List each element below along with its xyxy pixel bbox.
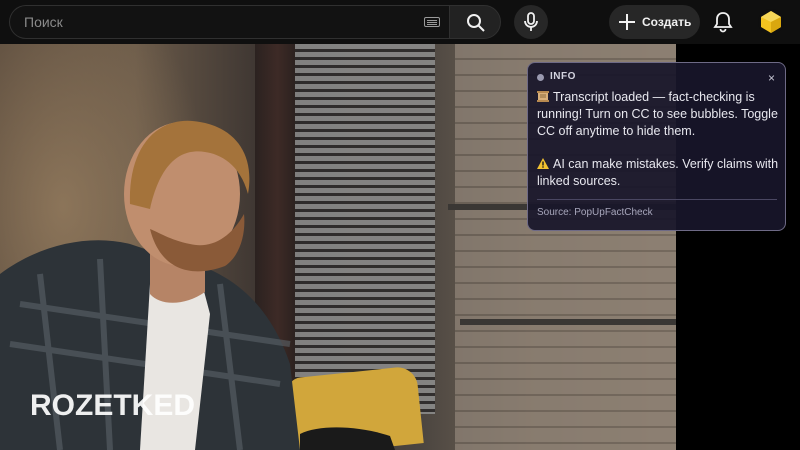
create-button[interactable]: Создать bbox=[609, 5, 700, 39]
search-icon bbox=[467, 14, 485, 32]
voice-search-button[interactable] bbox=[514, 5, 548, 39]
popup-message-transcript: Transcript loaded — fact-checking is run… bbox=[537, 89, 779, 140]
mic-icon bbox=[524, 12, 538, 31]
top-bar: Создать bbox=[0, 0, 800, 44]
create-label: Создать bbox=[642, 15, 692, 29]
popup-message-transcript-text: Transcript loaded — fact-checking is run… bbox=[537, 90, 778, 138]
search-button[interactable] bbox=[449, 5, 501, 39]
popup-label: INFO bbox=[550, 71, 576, 82]
notifications-button[interactable] bbox=[708, 7, 738, 37]
avatar-logo bbox=[761, 11, 781, 33]
popup-divider bbox=[537, 199, 777, 200]
popup-message-warning: AI can make mistakes. Verify claims with… bbox=[537, 156, 779, 190]
popup-message-warning-text: AI can make mistakes. Verify claims with… bbox=[537, 157, 779, 188]
scroll-icon bbox=[537, 91, 549, 102]
bell-icon bbox=[713, 12, 733, 33]
close-button[interactable]: × bbox=[768, 71, 775, 85]
channel-avatar[interactable] bbox=[758, 9, 784, 35]
warning-icon bbox=[537, 158, 549, 169]
search-box[interactable] bbox=[9, 5, 449, 39]
channel-watermark: ROZETKED bbox=[30, 389, 195, 422]
factcheck-info-popup: INFO × Transcript loaded — fact-checking… bbox=[527, 62, 786, 231]
popup-source: Source: PopUpFactCheck bbox=[537, 207, 653, 218]
plus-icon bbox=[619, 14, 635, 30]
search-input[interactable] bbox=[24, 6, 414, 38]
keyboard-icon[interactable] bbox=[424, 17, 440, 27]
info-dot-icon bbox=[537, 74, 544, 81]
